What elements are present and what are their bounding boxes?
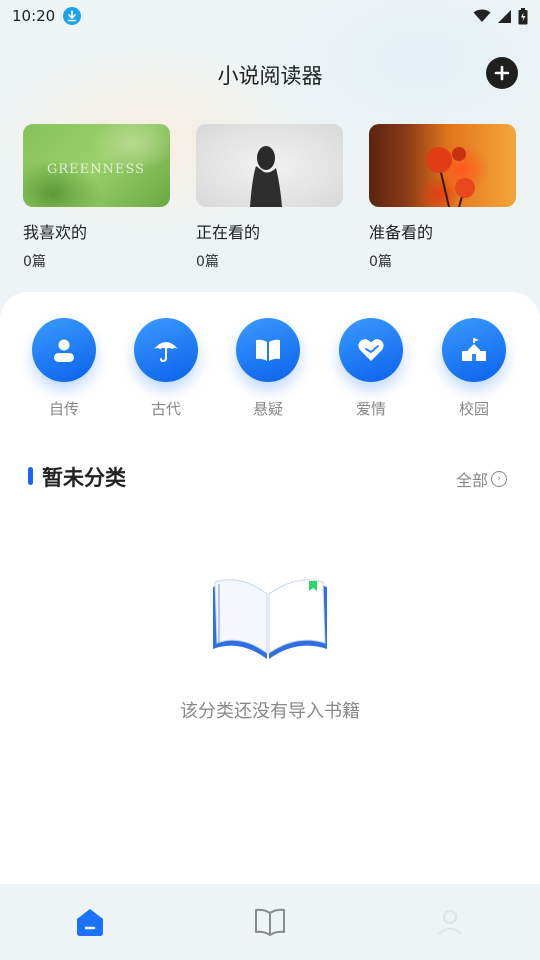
category-label: 自传: [48, 400, 79, 418]
category-label: 校园: [458, 400, 489, 418]
collection-cards: GREENNESS 我喜欢的 0篇 正在看的 0篇 准备看的 0篇: [23, 124, 517, 274]
favorites-cover-image: GREENNESS: [23, 124, 170, 207]
wifi-icon: [473, 9, 491, 22]
add-button[interactable]: [486, 57, 518, 89]
plus-icon: [494, 65, 510, 81]
signal-icon: [498, 9, 511, 23]
app-title: 小说阅读器: [217, 64, 323, 88]
category-label: 爱情: [355, 400, 386, 418]
collection-card-reading[interactable]: 正在看的 0篇: [196, 124, 344, 271]
tab-library[interactable]: [180, 884, 360, 960]
tab-profile[interactable]: [360, 884, 540, 960]
category-romance[interactable]: 爱情: [336, 318, 406, 419]
content-panel: 自传 古代 悬疑 爱情 校园 暂未分类 全部 › 该分类还没有导入书籍: [0, 292, 540, 884]
view-all-label: 全部: [456, 471, 489, 490]
category-label: 悬疑: [252, 400, 283, 418]
category-autobiography[interactable]: 自传: [29, 318, 99, 419]
collection-label: 我喜欢的: [23, 223, 88, 242]
person-icon: [54, 339, 74, 362]
view-all-link[interactable]: 全部 ›: [456, 467, 508, 491]
section-title: 暂未分类: [42, 466, 126, 490]
category-campus[interactable]: 校园: [439, 318, 509, 419]
heart-icon: [358, 339, 384, 361]
collection-count: 0篇: [369, 254, 392, 270]
download-icon: [63, 7, 82, 25]
home-icon: [77, 909, 103, 936]
cover-text: GREENNESS: [47, 162, 145, 177]
collection-count: 0篇: [23, 254, 46, 270]
umbrella-icon: [154, 342, 178, 363]
bottom-tab-bar: [0, 884, 540, 960]
empty-book-illustration: [205, 577, 335, 671]
open-book-icon: [255, 908, 285, 936]
category-ancient[interactable]: 古代: [131, 318, 201, 419]
chevron-right-icon: ›: [491, 471, 508, 487]
category-mystery[interactable]: 悬疑: [233, 318, 303, 419]
empty-state-message: 该分类还没有导入书籍: [180, 701, 360, 722]
tab-home[interactable]: [0, 884, 180, 960]
collection-label: 正在看的: [196, 223, 261, 242]
collection-card-to-read[interactable]: 准备看的 0篇: [369, 124, 517, 271]
battery-icon: [518, 7, 528, 24]
school-icon: [462, 338, 486, 361]
book-icon: [256, 339, 280, 361]
collection-card-favorites[interactable]: GREENNESS 我喜欢的 0篇: [23, 124, 171, 271]
profile-icon: [438, 910, 462, 935]
reading-cover-image: [196, 124, 343, 207]
to-read-cover-image: [369, 124, 516, 207]
collection-count: 0篇: [196, 254, 219, 270]
section-indicator: [28, 467, 33, 485]
status-time: 10:20: [12, 7, 56, 25]
status-bar: 10:20: [0, 0, 540, 32]
collection-label: 准备看的: [369, 223, 434, 242]
category-label: 古代: [150, 400, 181, 418]
